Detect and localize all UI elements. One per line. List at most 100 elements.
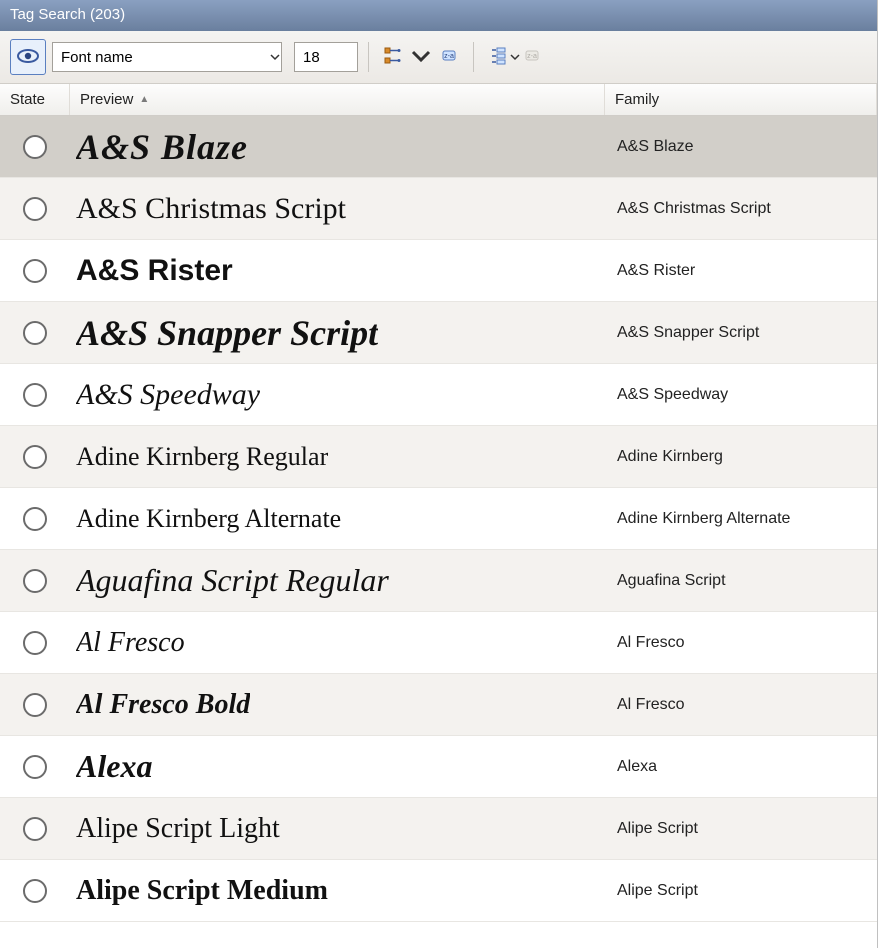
table-body[interactable]: A&S BlazeA&S BlazeA&S Christmas ScriptA&… bbox=[0, 116, 877, 948]
table-row[interactable]: Adine Kirnberg Alternate Adine Kirnberg A… bbox=[0, 488, 877, 550]
header-family[interactable]: Family bbox=[605, 84, 877, 115]
table-row[interactable]: A&S Blaze A&S Blaze bbox=[0, 116, 877, 178]
state-radio[interactable] bbox=[23, 259, 47, 283]
family-cell: A&S Snapper Script bbox=[605, 302, 877, 363]
font-preview-text: A&S Snapper Script bbox=[76, 312, 378, 354]
separator bbox=[473, 42, 474, 72]
table-header: State Preview ▲ Family bbox=[0, 84, 877, 116]
state-radio[interactable] bbox=[23, 817, 47, 841]
state-radio[interactable] bbox=[23, 631, 47, 655]
sort-az-icon: z-a bbox=[439, 46, 459, 69]
state-radio[interactable] bbox=[23, 693, 47, 717]
header-state[interactable]: State bbox=[0, 84, 70, 115]
table-row[interactable]: Al Fresco BoldAl Fresco bbox=[0, 674, 877, 736]
preview-cell: Al Fresco bbox=[70, 612, 605, 673]
state-radio[interactable] bbox=[23, 135, 47, 159]
family-cell: Adine Kirnberg Alternate bbox=[605, 488, 877, 549]
preview-cell: A&S Blaze bbox=[70, 116, 605, 177]
sort-asc-icon: ▲ bbox=[139, 94, 149, 105]
table-row[interactable]: A&S SpeedwayA&S Speedway bbox=[0, 364, 877, 426]
header-preview[interactable]: Preview ▲ bbox=[70, 84, 605, 115]
title-bar: Tag Search (203) bbox=[0, 0, 877, 31]
state-radio[interactable] bbox=[23, 383, 47, 407]
table-row[interactable]: Alipe Script Light Alipe Script bbox=[0, 798, 877, 860]
list-view-button[interactable] bbox=[484, 43, 512, 71]
state-radio[interactable] bbox=[23, 321, 47, 345]
font-name-dropdown-arrow[interactable] bbox=[268, 43, 281, 71]
font-name-combo[interactable] bbox=[52, 42, 282, 72]
state-radio[interactable] bbox=[23, 755, 47, 779]
family-cell: Alipe Script bbox=[605, 798, 877, 859]
table-row[interactable]: AlexaAlexa bbox=[0, 736, 877, 798]
state-cell bbox=[0, 736, 70, 797]
preview-cell: Adine Kirnberg Regular bbox=[70, 426, 605, 487]
table-row[interactable]: Alipe Script Medium Alipe Script bbox=[0, 860, 877, 922]
preview-cell: A&S Snapper Script bbox=[70, 302, 605, 363]
font-preview-text: Al Fresco bbox=[76, 627, 185, 659]
state-cell bbox=[0, 488, 70, 549]
state-radio[interactable] bbox=[23, 197, 47, 221]
preview-cell: Al Fresco Bold bbox=[70, 674, 605, 735]
font-size-combo[interactable] bbox=[294, 42, 358, 72]
state-cell bbox=[0, 860, 70, 921]
font-manager-window: Tag Search (203) bbox=[0, 0, 878, 948]
state-radio[interactable] bbox=[23, 569, 47, 593]
family-cell: Aguafina Script bbox=[605, 550, 877, 611]
window-title: Tag Search (203) bbox=[10, 6, 125, 23]
font-preview-text: Adine Kirnberg Regular bbox=[76, 442, 328, 472]
font-preview-text: Adine Kirnberg Alternate bbox=[76, 504, 341, 534]
family-cell: A&S Blaze bbox=[605, 116, 877, 177]
font-preview-text: Alipe Script Light bbox=[76, 813, 280, 845]
preview-cell: A&S Christmas Script bbox=[70, 178, 605, 239]
table-row[interactable]: A&S Snapper Script A&S Snapper Script bbox=[0, 302, 877, 364]
preview-cell: A&S Speedway bbox=[70, 364, 605, 425]
table-row[interactable]: Al FrescoAl Fresco bbox=[0, 612, 877, 674]
family-cell: Adine Kirnberg bbox=[605, 426, 877, 487]
sort-asc-button[interactable]: z-a bbox=[435, 43, 463, 71]
state-radio[interactable] bbox=[23, 445, 47, 469]
svg-text:z-a: z-a bbox=[444, 53, 454, 60]
sort-za-button[interactable]: z-a bbox=[518, 43, 546, 71]
state-cell bbox=[0, 364, 70, 425]
table-row[interactable]: Adine Kirnberg Regular Adine Kirnberg bbox=[0, 426, 877, 488]
chevron-down-icon bbox=[411, 46, 431, 69]
table-row[interactable]: A&S Christmas ScriptA&S Christmas Script bbox=[0, 178, 877, 240]
state-cell bbox=[0, 178, 70, 239]
list-tree-icon bbox=[488, 46, 508, 69]
svg-text:z-a: z-a bbox=[527, 53, 537, 60]
font-name-input[interactable] bbox=[53, 49, 268, 66]
eye-icon bbox=[16, 44, 40, 71]
sort-za-icon: z-a bbox=[522, 46, 542, 69]
preview-cell: Aguafina Script Regular bbox=[70, 550, 605, 611]
font-preview-text: Aguafina Script Regular bbox=[76, 562, 389, 599]
font-preview-text: A&S Rister bbox=[76, 254, 233, 288]
font-table: State Preview ▲ Family A&S BlazeA&S Blaz… bbox=[0, 84, 877, 948]
state-cell bbox=[0, 798, 70, 859]
grouping-button[interactable] bbox=[379, 43, 407, 71]
preview-cell: Adine Kirnberg Alternate bbox=[70, 488, 605, 549]
font-preview-text: Alipe Script Medium bbox=[76, 875, 328, 907]
grouping-dropdown[interactable] bbox=[413, 43, 429, 71]
table-row[interactable]: Aguafina Script Regular Aguafina Script bbox=[0, 550, 877, 612]
state-cell bbox=[0, 240, 70, 301]
state-cell bbox=[0, 426, 70, 487]
state-radio[interactable] bbox=[23, 507, 47, 531]
state-cell bbox=[0, 550, 70, 611]
family-cell: A&S Speedway bbox=[605, 364, 877, 425]
toolbar: z-a z-a bbox=[0, 31, 877, 84]
preview-cell: Alipe Script Medium bbox=[70, 860, 605, 921]
font-preview-text: Al Fresco Bold bbox=[76, 689, 250, 721]
font-preview-text: Alexa bbox=[76, 748, 152, 785]
preview-toggle-button[interactable] bbox=[10, 39, 46, 75]
family-cell: A&S Christmas Script bbox=[605, 178, 877, 239]
family-cell: Alipe Script bbox=[605, 860, 877, 921]
state-cell bbox=[0, 116, 70, 177]
font-preview-text: A&S Blaze bbox=[76, 126, 248, 168]
state-cell bbox=[0, 612, 70, 673]
table-row[interactable]: A&S Rister A&S Rister bbox=[0, 240, 877, 302]
family-cell: A&S Rister bbox=[605, 240, 877, 301]
state-cell bbox=[0, 674, 70, 735]
chevron-down-icon bbox=[270, 50, 280, 65]
state-cell bbox=[0, 302, 70, 363]
state-radio[interactable] bbox=[23, 879, 47, 903]
